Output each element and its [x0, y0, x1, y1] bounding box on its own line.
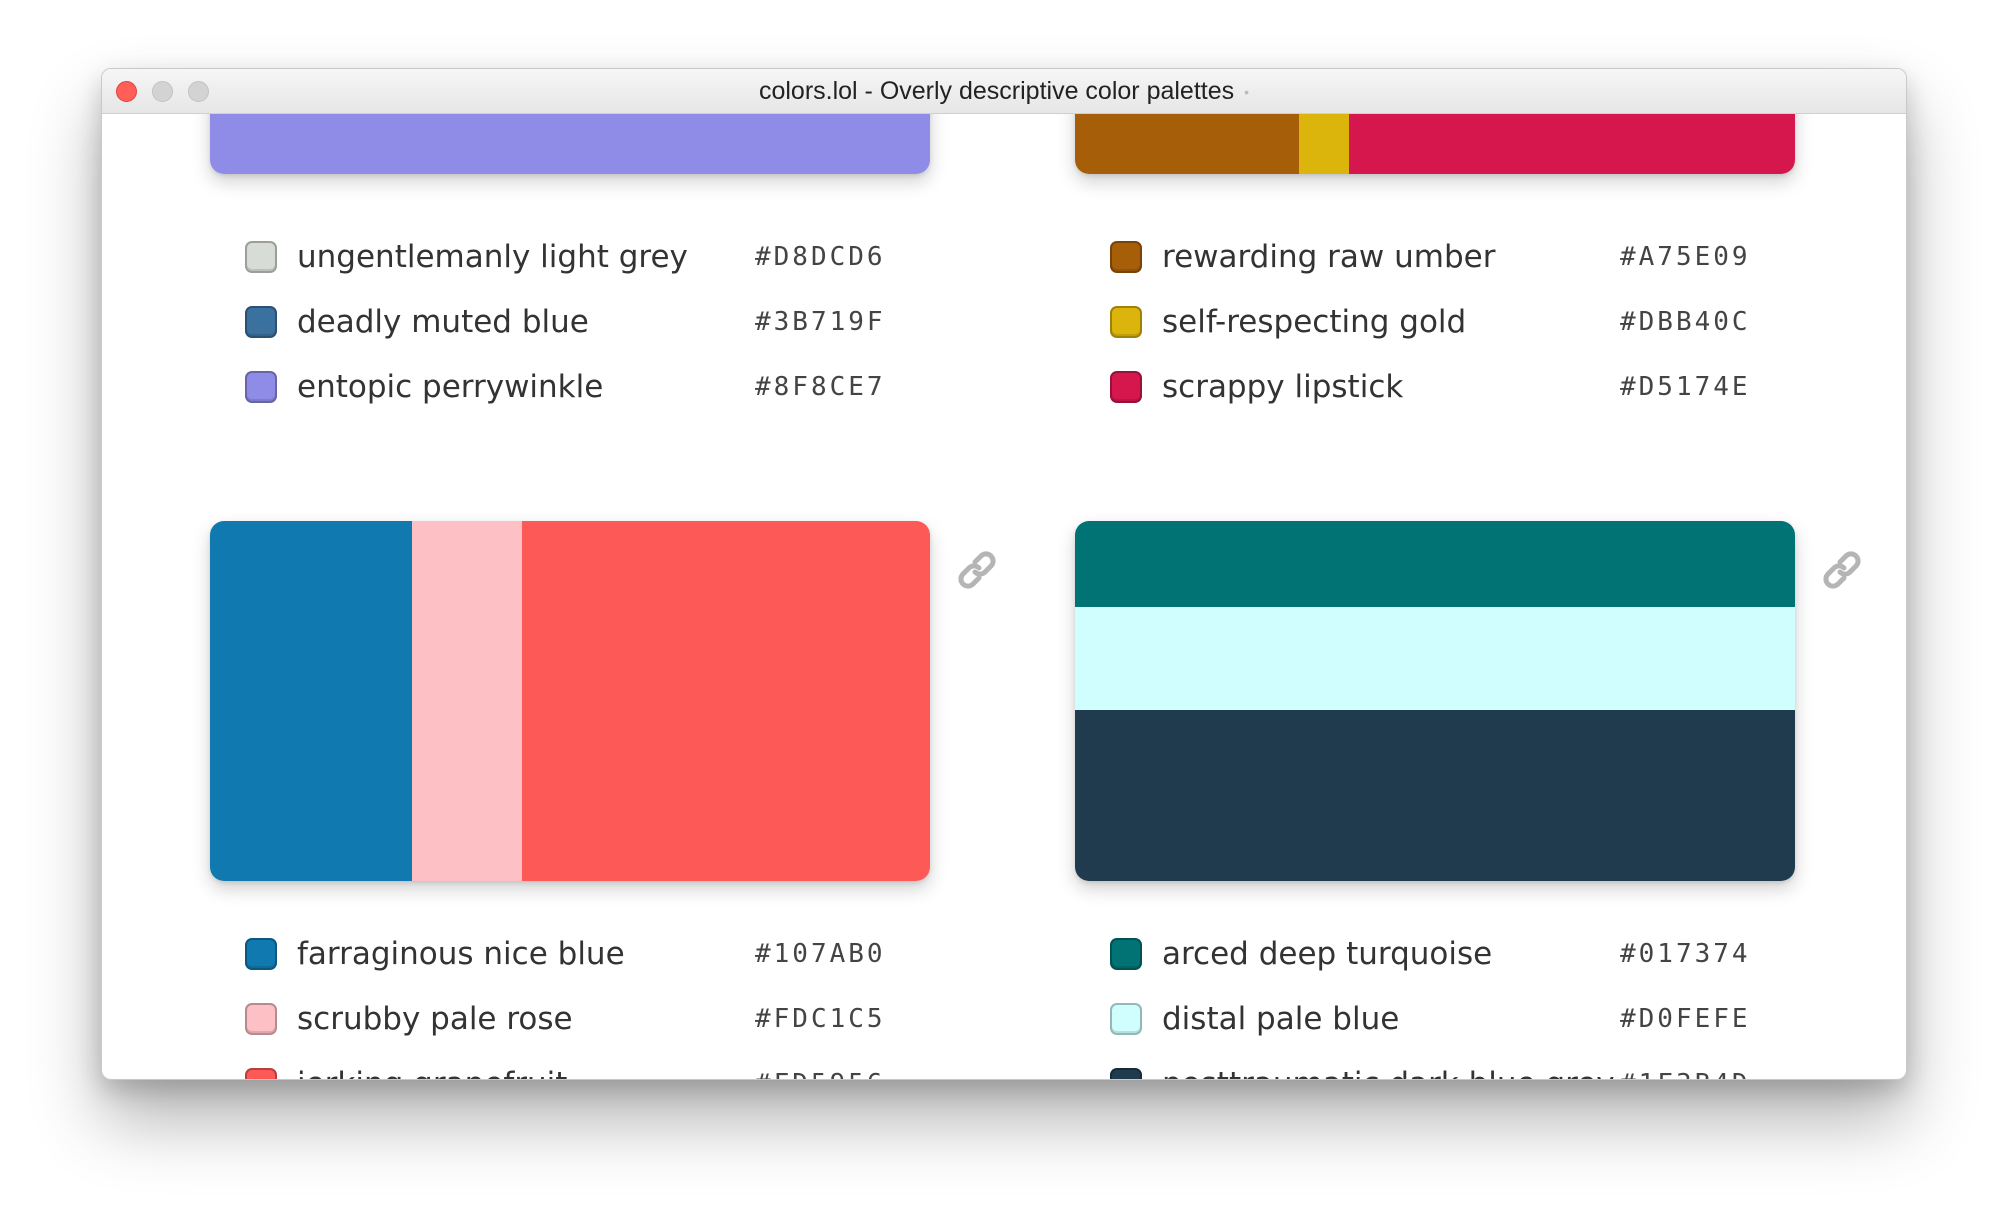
link-icon[interactable] [1818, 546, 1866, 594]
color-hex[interactable]: #3B719F [755, 307, 895, 337]
color-swatch [245, 240, 277, 273]
color-hex[interactable]: #FDC1C5 [755, 1004, 895, 1034]
color-row[interactable]: ungentlemanly light grey #D8DCD6 [245, 224, 895, 289]
color-name: arced deep turquoise [1162, 935, 1493, 972]
color-swatch [1110, 937, 1142, 970]
palette-segment [1075, 114, 1299, 174]
palette-card: ungentlemanly light grey #D8DCD6 deadly … [210, 114, 930, 414]
palette-segment [1075, 607, 1795, 710]
color-name: self-respecting gold [1162, 303, 1467, 340]
color-hex[interactable]: #107AB0 [755, 939, 895, 969]
color-row[interactable]: scrubby pale rose #FDC1C5 [245, 986, 895, 1051]
color-swatch [1110, 240, 1142, 273]
link-icon[interactable] [953, 546, 1001, 594]
color-swatch [1110, 1067, 1142, 1079]
palette-color-list: farraginous nice blue #107AB0 scrubby pa… [245, 921, 895, 1079]
app-window: colors.lol - Overly descriptive color pa… [101, 68, 1907, 1080]
color-name: scrubby pale rose [297, 1000, 573, 1037]
color-swatch [1110, 370, 1142, 403]
palette-card: farraginous nice blue #107AB0 scrubby pa… [210, 521, 996, 1079]
palette-color-bar[interactable] [210, 521, 930, 881]
color-hex[interactable]: #DBB40C [1620, 307, 1760, 337]
color-name: posttraumatic dark blue grey [1162, 1066, 1620, 1080]
palette-color-bar[interactable] [1075, 521, 1795, 881]
palette-color-list: ungentlemanly light grey #D8DCD6 deadly … [245, 224, 895, 419]
palette-card: arced deep turquoise #017374 distal pale… [1075, 521, 1861, 1079]
color-name: deadly muted blue [297, 303, 589, 340]
color-hex[interactable]: #8F8CE7 [755, 372, 895, 402]
palette-segment [1075, 710, 1795, 881]
color-swatch [245, 305, 277, 338]
palette-grid[interactable]: ungentlemanly light grey #D8DCD6 deadly … [102, 114, 1906, 1079]
palette-color-list: rewarding raw umber #A75E09 self-respect… [1110, 224, 1760, 419]
palette-segment [210, 114, 930, 174]
color-row[interactable]: deadly muted blue #3B719F [245, 289, 895, 354]
color-hex[interactable]: #A75E09 [1620, 242, 1760, 272]
color-row[interactable]: entopic perrywinkle #8F8CE7 [245, 354, 895, 419]
color-name: scrappy lipstick [1162, 368, 1404, 405]
palette-color-list: arced deep turquoise #017374 distal pale… [1110, 921, 1760, 1079]
palette-segment [1075, 521, 1795, 607]
palette-color-bar[interactable] [1075, 114, 1795, 174]
color-hex[interactable]: #D8DCD6 [755, 242, 895, 272]
color-row[interactable]: scrappy lipstick #D5174E [1110, 354, 1760, 419]
title-bar[interactable]: colors.lol - Overly descriptive color pa… [102, 69, 1906, 114]
palette-segment [1349, 114, 1795, 174]
color-hex[interactable]: #FD5956 [755, 1069, 895, 1080]
color-swatch [245, 1067, 277, 1079]
color-swatch [245, 937, 277, 970]
palette-segment [210, 521, 412, 881]
color-row[interactable]: arced deep turquoise #017374 [1110, 921, 1760, 986]
color-name: entopic perrywinkle [297, 368, 604, 405]
color-name: distal pale blue [1162, 1000, 1400, 1037]
color-name: farraginous nice blue [297, 935, 625, 972]
palette-segment [1299, 114, 1349, 174]
color-hex[interactable]: #017374 [1620, 939, 1760, 969]
color-row[interactable]: farraginous nice blue #107AB0 [245, 921, 895, 986]
color-swatch [1110, 1002, 1142, 1035]
color-row[interactable]: distal pale blue #D0FEFE [1110, 986, 1760, 1051]
window-title: colors.lol - Overly descriptive color pa… [102, 69, 1906, 113]
window-title-text: colors.lol - Overly descriptive color pa… [758, 77, 1235, 105]
color-swatch [245, 1002, 277, 1035]
color-row[interactable]: rewarding raw umber #A75E09 [1110, 224, 1760, 289]
palette-card: rewarding raw umber #A75E09 self-respect… [1075, 114, 1795, 414]
color-name: ungentlemanly light grey [297, 238, 688, 275]
color-name: rewarding raw umber [1162, 238, 1496, 275]
color-hex[interactable]: #1F3B4D [1620, 1069, 1760, 1080]
edited-dot-icon: • [1244, 84, 1250, 101]
color-hex[interactable]: #D5174E [1620, 372, 1760, 402]
color-swatch [1110, 305, 1142, 338]
color-name: jerking grapefruit [297, 1066, 755, 1080]
color-row[interactable]: jerking grapefruit #FD5956 [245, 1051, 895, 1079]
palette-segment [522, 521, 930, 881]
color-row[interactable]: self-respecting gold #DBB40C [1110, 289, 1760, 354]
color-swatch [245, 370, 277, 403]
color-hex[interactable]: #D0FEFE [1620, 1004, 1760, 1034]
color-row[interactable]: posttraumatic dark blue grey #1F3B4D [1110, 1051, 1760, 1079]
palette-segment [412, 521, 522, 881]
palette-color-bar[interactable] [210, 114, 930, 174]
